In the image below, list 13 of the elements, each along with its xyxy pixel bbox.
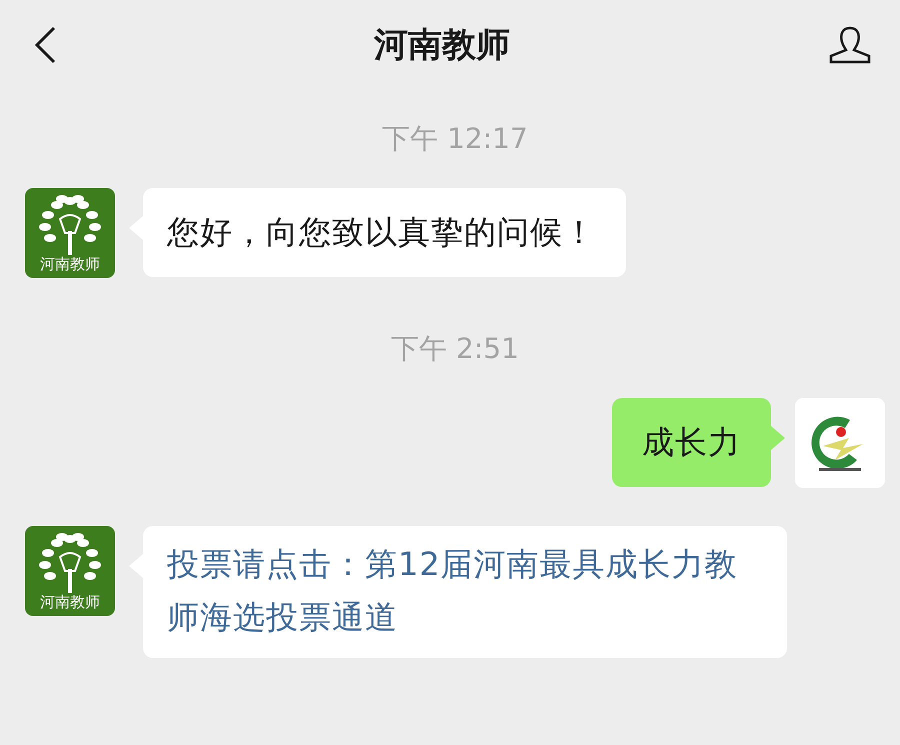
person-icon[interactable] (828, 25, 872, 65)
message-text: 成长力 (642, 422, 741, 463)
chat-title: 河南教师 (374, 24, 510, 67)
back-icon[interactable] (34, 26, 56, 64)
avatar[interactable]: 河南教师 (25, 188, 115, 278)
avatar[interactable]: 河南教师 (25, 526, 115, 616)
vote-link[interactable]: 投票请点击：第12届河南最具成长力教师海选投票通道 (167, 538, 757, 644)
message-text: 您好，向您致以真挚的问候！ (167, 212, 596, 253)
avatar-label: 河南教师 (40, 593, 100, 612)
timestamp: 下午 12:17 (382, 121, 528, 157)
avatar-label: 河南教师 (40, 255, 100, 274)
avatar[interactable] (795, 398, 885, 488)
timestamp: 下午 2:51 (391, 331, 519, 367)
